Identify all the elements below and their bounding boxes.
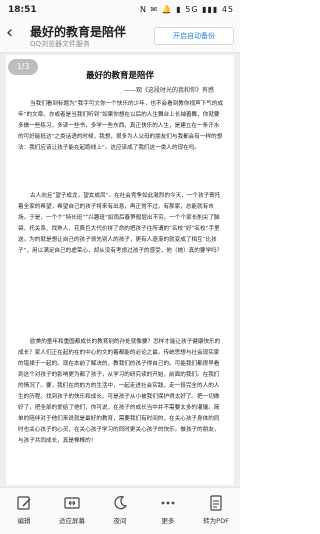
more-icon (161, 501, 175, 505)
more-label: 更多 (161, 517, 175, 525)
status-bar: 18:51 N ✉ 🔔 ▮ 5G ▮▮▮ 45 (0, 0, 240, 20)
document-paragraph: 古人向且“望子成龙，望女成凤”。在社会竞争如此激烈的今天，一个孩子寄托着全家的希… (18, 193, 223, 254)
document-paragraph: 欧美的童年和重国都成长的教育别的孙处就像要？怎样才能让孩子健康快乐的成长？家人们… (18, 339, 221, 444)
page-subtitle: QQ浏览器文件服务 (30, 40, 91, 48)
page-indicator: 1/3 (8, 59, 38, 75)
bottom-toolbar: 编辑 适应屏幕 夜间 更多 转为PDF (0, 487, 240, 534)
status-icons: N ✉ 🔔 ▮ 5G ▮▮▮ 45 (140, 5, 234, 14)
edit-icon (17, 496, 31, 510)
convert-pdf-button[interactable]: 转为PDF (192, 492, 240, 530)
fit-screen-icon (64, 497, 80, 509)
night-mode-button[interactable]: 夜间 (96, 492, 144, 530)
convert-pdf-label: 转为PDF (203, 517, 229, 525)
pdf-icon (210, 495, 222, 511)
auto-backup-button[interactable]: 开启自动备份 (154, 27, 234, 45)
document-citation: ——观《这段时光的我和你》有感 (123, 87, 214, 94)
night-mode-icon (114, 496, 128, 510)
back-icon[interactable]: ‹ (6, 24, 22, 44)
more-button[interactable]: 更多 (144, 492, 192, 530)
document-page: 最好的教育是陪伴 ——观《这段时光的我和你》有感 当我们看到标题为“我字可文你一… (6, 55, 234, 485)
page-title: 最好的教育是陪伴 (30, 25, 127, 39)
edit-label: 编辑 (17, 517, 31, 525)
header: ‹ 最好的教育是陪伴 QQ浏览器文件服务 开启自动备份 (0, 20, 240, 53)
document-viewer[interactable]: 最好的教育是陪伴 ——观《这段时光的我和你》有感 当我们看到标题为“我字可文你一… (0, 53, 240, 487)
edit-button[interactable]: 编辑 (0, 492, 48, 530)
document-title: 最好的教育是陪伴 (85, 71, 154, 81)
fit-screen-label: 适应屏幕 (59, 517, 85, 525)
night-mode-label: 夜间 (113, 517, 127, 525)
fit-screen-button[interactable]: 适应屏幕 (48, 492, 96, 530)
document-paragraph: 当我们看到标题为“我字可文你一个快乐的少年，也不会看到教你视声下气的成年”的文章… (18, 101, 224, 151)
status-time: 18:51 (8, 5, 37, 15)
